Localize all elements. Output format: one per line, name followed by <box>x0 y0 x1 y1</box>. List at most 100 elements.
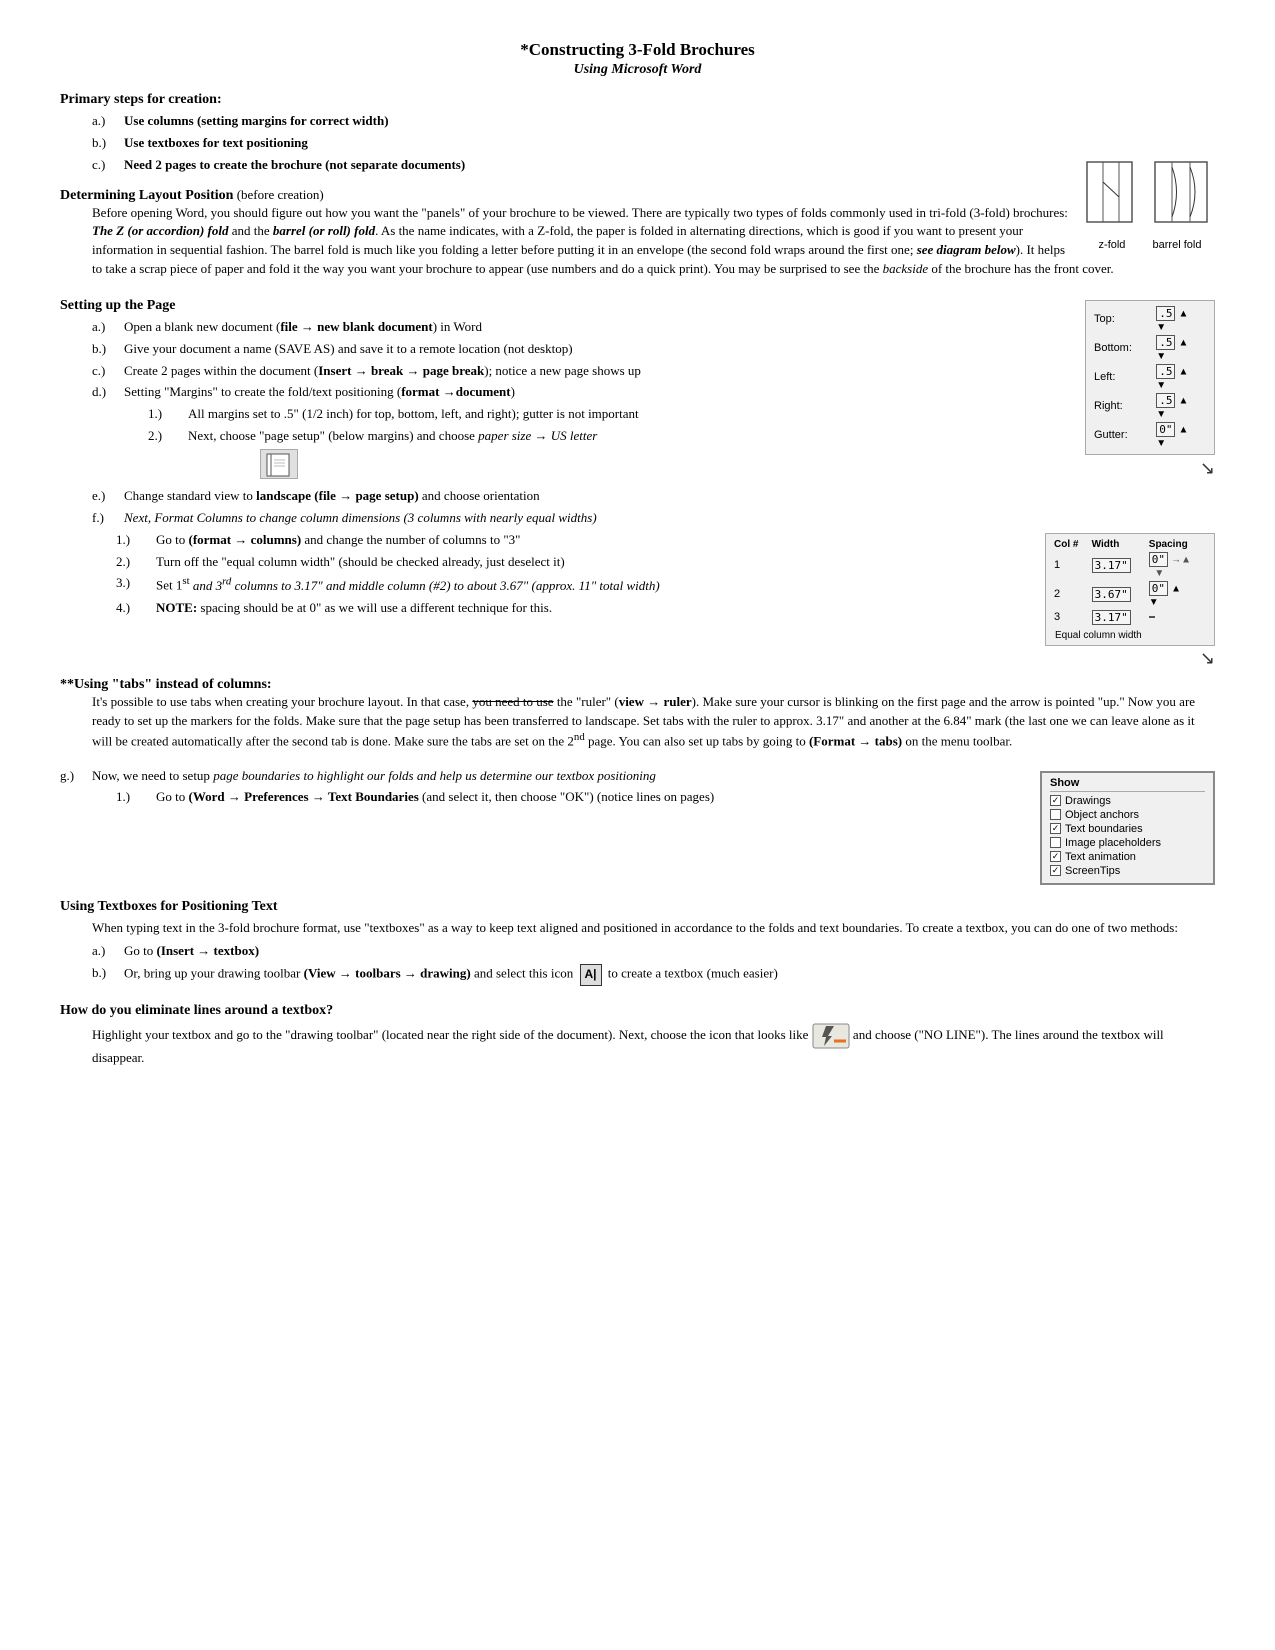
page-content: *Constructing 3-Fold Brochures Using Mic… <box>60 40 1215 1067</box>
list-label: g.) <box>60 767 88 786</box>
list-label: b.) <box>92 134 120 153</box>
cols-table: Col # Width Spacing 1 3.17" 0" →▲ ▼ 2 3.… <box>1052 538 1208 626</box>
list-item: a.) Go to (Insert → textbox) <box>92 942 1215 961</box>
textboxes-section: Using Textboxes for Positioning Text Whe… <box>60 899 1215 989</box>
table-row: Bottom: .5 ▲▼ <box>1092 334 1208 363</box>
list-label: 4.) <box>116 599 152 618</box>
equal-col-width-row: Equal column width <box>1052 630 1208 641</box>
margin-label: Right: <box>1092 392 1154 421</box>
list-text: Open a blank new document (file → new bl… <box>124 318 482 337</box>
table-row: 2 3.67" 0" ▲▼ <box>1052 580 1208 609</box>
eliminate-lines-heading: How do you eliminate lines around a text… <box>60 1003 1215 1019</box>
list-label: a.) <box>92 942 120 961</box>
list-label: 3.) <box>116 574 152 595</box>
arrow-down: ↘ <box>1085 458 1215 479</box>
list-item: 2.) Turn off the "equal column width" (s… <box>116 553 1037 572</box>
list-text: Create 2 pages within the document (Inse… <box>124 362 641 381</box>
list-label: d.) <box>92 383 120 402</box>
page-setup-icon-area <box>260 449 1215 483</box>
text-boundaries-checkbox <box>1050 823 1061 834</box>
list-text: Use columns (setting margins for correct… <box>124 112 389 131</box>
page-title: *Constructing 3-Fold Brochures <box>60 40 1215 60</box>
textboxes-text: When typing text in the 3-fold brochure … <box>92 919 1215 938</box>
list-item: 1.) Go to (format → columns) and change … <box>116 531 1037 550</box>
lightning-icon <box>812 1023 850 1049</box>
list-text: Turn off the "equal column width" (shoul… <box>156 553 565 572</box>
using-tabs-body: It's possible to use tabs when creating … <box>92 693 1215 752</box>
textboxes-list: a.) Go to (Insert → textbox) b.) Or, bri… <box>92 942 1215 985</box>
using-tabs-text: It's possible to use tabs when creating … <box>92 693 1215 752</box>
list-label: 1.) <box>116 788 152 807</box>
show-item: Text animation <box>1050 851 1205 863</box>
using-tabs-heading: **Using "tabs" instead of columns: <box>60 677 1215 693</box>
textboxes-heading: Using Textboxes for Positioning Text <box>60 899 1215 915</box>
page-boundaries-text: Now, we need to setup page boundaries to… <box>92 767 656 786</box>
margin-label: Bottom: <box>1092 334 1154 363</box>
list-label: 1.) <box>148 405 184 424</box>
this-icon: A| <box>580 964 602 985</box>
setting-page-list2: e.) Change standard view to landscape (f… <box>92 487 1215 528</box>
image-placeholders-label: Image placeholders <box>1065 837 1161 849</box>
list-label: f.) <box>92 509 120 528</box>
list-label: 1.) <box>116 531 152 550</box>
col-spacing: 0" →▲ ▼ <box>1147 551 1208 580</box>
fold-labels: z-fold barrel fold <box>1085 239 1215 251</box>
col-spacing <box>1147 609 1208 626</box>
list-label: b.) <box>92 340 120 359</box>
list-item: b.) Give your document a name (SAVE AS) … <box>92 340 1077 359</box>
layout-heading: Determining Layout Position (before crea… <box>60 187 1215 204</box>
margins-dialog: Top: .5 ▲▼ Bottom: .5 ▲▼ Left: .5 ▲▼ Rig… <box>1085 300 1215 479</box>
margin-label: Top: <box>1092 305 1154 334</box>
list-label: b.) <box>92 964 120 985</box>
object-anchors-label: Object anchors <box>1065 809 1139 821</box>
barrel-label: barrel fold <box>1153 239 1202 251</box>
text-animation-label: Text animation <box>1065 851 1136 863</box>
list-text: Use textboxes for text positioning <box>124 134 308 153</box>
list-text: Setting "Margins" to create the fold/tex… <box>124 383 515 402</box>
list-item: a.) Open a blank new document (file → ne… <box>92 318 1077 337</box>
setting-page-section: Top: .5 ▲▼ Bottom: .5 ▲▼ Left: .5 ▲▼ Rig… <box>60 298 1215 669</box>
col-num: 1 <box>1052 551 1090 580</box>
list-label: a.) <box>92 318 120 337</box>
col-header: Spacing <box>1147 538 1208 551</box>
table-row: Col # Width Spacing <box>1052 538 1208 551</box>
col-width: 3.17" <box>1090 609 1147 626</box>
list-text: Set 1st and 3rd columns to 3.17" and mid… <box>156 574 660 595</box>
col-spacing: 0" ▲▼ <box>1147 580 1208 609</box>
table-row: 1 3.17" 0" →▲ ▼ <box>1052 551 1208 580</box>
list-text: Change standard view to landscape (file … <box>124 487 540 506</box>
margin-label: Gutter: <box>1092 421 1154 450</box>
margin-value: .5 ▲▼ <box>1154 305 1208 334</box>
primary-steps-heading: Primary steps for creation: <box>60 92 1215 108</box>
table-row: Right: .5 ▲▼ <box>1092 392 1208 421</box>
list-item: 2.) Next, choose "page setup" (below mar… <box>148 427 1077 446</box>
show-dialog: Show Drawings Object anchors Text bounda… <box>1040 771 1215 885</box>
arrow-down2: ↘ <box>1045 648 1215 669</box>
list-item: 1.) All margins set to .5" (1/2 inch) fo… <box>148 405 1077 424</box>
list-label: 2.) <box>116 553 152 572</box>
setting-page-list: a.) Open a blank new document (file → ne… <box>92 318 1215 446</box>
fold-svg <box>1085 157 1215 237</box>
fold-diagram: z-fold barrel fold <box>1085 157 1215 251</box>
eliminate-lines-body: Highlight your textbox and go to the "dr… <box>92 1023 1215 1068</box>
show-box: Show Drawings Object anchors Text bounda… <box>1040 771 1215 885</box>
show-item: Drawings <box>1050 795 1205 807</box>
object-anchors-checkbox <box>1050 809 1061 820</box>
primary-steps-list: a.) Use columns (setting margins for cor… <box>92 112 1215 175</box>
show-item: Text boundaries <box>1050 823 1205 835</box>
list-item: a.) Use columns (setting margins for cor… <box>92 112 1215 131</box>
screentips-checkbox <box>1050 865 1061 876</box>
eliminate-lines-text: Highlight your textbox and go to the "dr… <box>92 1023 1215 1068</box>
equal-col-label: Equal column width <box>1055 630 1142 641</box>
table-row: 3 3.17" <box>1052 609 1208 626</box>
screentips-label: ScreenTips <box>1065 865 1120 877</box>
list-text: Give your document a name (SAVE AS) and … <box>124 340 573 359</box>
setting-page-heading: Setting up the Page <box>60 298 1215 314</box>
table-row: Top: .5 ▲▼ <box>1092 305 1208 334</box>
col-width: 3.67" <box>1090 580 1147 609</box>
page-boundaries-section: Show Drawings Object anchors Text bounda… <box>60 767 1215 885</box>
eliminate-lines-section: How do you eliminate lines around a text… <box>60 1003 1215 1068</box>
table-row: Gutter: 0" ▲▼ <box>1092 421 1208 450</box>
list-text: Go to (format → columns) and change the … <box>156 531 520 550</box>
list-item: d.) Setting "Margins" to create the fold… <box>92 383 1077 402</box>
